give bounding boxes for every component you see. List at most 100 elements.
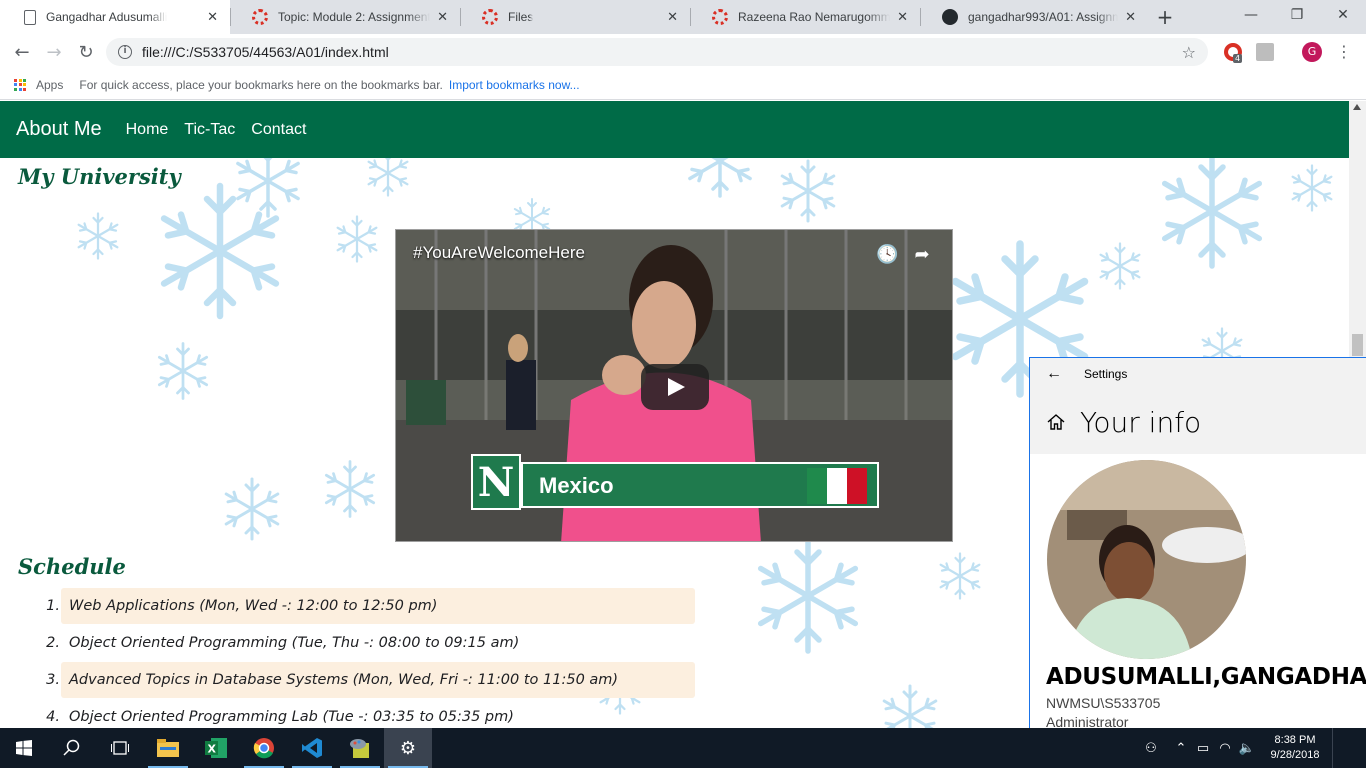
address-bar[interactable]: i file:///C:/S533705/44563/A01/index.htm… bbox=[106, 38, 1208, 66]
bookmarks-hint: For quick access, place your bookmarks h… bbox=[79, 77, 443, 92]
nav-home-link[interactable]: Home bbox=[126, 121, 169, 139]
profile-picture bbox=[1047, 460, 1246, 659]
file-explorer-icon[interactable] bbox=[144, 728, 192, 768]
user-account: NWMSU\S533705 bbox=[1046, 695, 1161, 711]
mexico-flag-icon bbox=[807, 468, 867, 504]
tab-module-2-assignment[interactable]: Topic: Module 2: Assignment A ✕ bbox=[230, 0, 460, 34]
close-icon[interactable]: ✕ bbox=[207, 10, 218, 25]
university-logo: N bbox=[471, 454, 521, 510]
close-icon[interactable]: ✕ bbox=[667, 10, 678, 25]
university-heading: My University bbox=[18, 164, 181, 189]
reload-icon[interactable]: ↻ bbox=[70, 36, 102, 68]
list-item-number: 4. bbox=[46, 708, 60, 725]
settings-window: ← Settings Your info ADUSUMALLI,GANGADHA… bbox=[1029, 357, 1366, 728]
list-item-number: 1. bbox=[46, 597, 60, 614]
scroll-up-icon[interactable] bbox=[1353, 104, 1361, 110]
tab-files[interactable]: Files ✕ bbox=[460, 0, 690, 34]
list-item-text: Web Applications (Mon, Wed -: 12:00 to 1… bbox=[61, 587, 695, 624]
wifi-icon[interactable]: ◠ bbox=[1214, 741, 1236, 756]
list-item: 2. Object Oriented Programming (Tue, Thu… bbox=[36, 624, 696, 661]
menu-icon[interactable]: ⋮ bbox=[1336, 42, 1352, 62]
search-icon[interactable] bbox=[48, 728, 96, 768]
info-icon[interactable]: i bbox=[118, 45, 132, 59]
clock-date: 9/28/2018 bbox=[1270, 749, 1320, 761]
back-arrow-icon[interactable]: ← bbox=[1046, 365, 1062, 383]
excel-icon[interactable]: X bbox=[192, 728, 240, 768]
tab-gangadhar-adusumalli[interactable]: Gangadhar Adusumalli ✕ bbox=[0, 0, 230, 34]
embedded-video-player[interactable]: #YouAreWelcomeHere 🕓 ➦ Mexico N bbox=[395, 229, 953, 542]
list-item: 4. Object Oriented Programming Lab (Tue … bbox=[36, 698, 696, 728]
pdf-extension-icon[interactable] bbox=[1256, 43, 1274, 61]
start-icon[interactable] bbox=[0, 728, 48, 768]
new-tab-button[interactable]: + bbox=[1148, 0, 1182, 34]
close-icon[interactable]: ✕ bbox=[1125, 10, 1136, 25]
loading-icon bbox=[252, 9, 268, 25]
browser-toolbar: ← → ↻ i file:///C:/S533705/44563/A01/ind… bbox=[0, 34, 1366, 70]
url-text[interactable]: file:///C:/S533705/44563/A01/index.html bbox=[142, 44, 389, 60]
taskbar-clock[interactable]: 8:38 PM 9/28/2018 bbox=[1258, 733, 1332, 763]
paint-icon[interactable] bbox=[336, 728, 384, 768]
clock-time: 8:38 PM bbox=[1274, 734, 1316, 746]
bookmark-star-icon[interactable]: ☆ bbox=[1182, 43, 1196, 62]
list-item-text: Object Oriented Programming (Tue, Thu -:… bbox=[69, 634, 520, 651]
nav-contact-link[interactable]: Contact bbox=[251, 121, 306, 139]
video-banner: Mexico N bbox=[471, 454, 879, 510]
scrollbar-thumb[interactable] bbox=[1352, 334, 1363, 356]
list-item-number: 3. bbox=[46, 671, 60, 688]
chrome-icon[interactable] bbox=[240, 728, 288, 768]
close-icon[interactable]: ✕ bbox=[897, 10, 908, 25]
site-brand-link[interactable]: About Me bbox=[16, 118, 102, 141]
list-item-text: Advanced Topics in Database Systems (Mon… bbox=[61, 661, 695, 698]
share-icon[interactable]: ➦ bbox=[912, 245, 932, 265]
home-icon[interactable] bbox=[1046, 412, 1066, 432]
notification-center-button[interactable] bbox=[1332, 728, 1366, 768]
svg-text:X: X bbox=[208, 743, 217, 756]
settings-icon[interactable]: ⚙ bbox=[384, 728, 432, 768]
profile-avatar[interactable]: G bbox=[1302, 42, 1322, 62]
restore-button[interactable]: ❐ bbox=[1274, 0, 1320, 30]
github-icon bbox=[942, 9, 958, 25]
battery-icon[interactable]: ▭ bbox=[1192, 741, 1214, 756]
window-close-button[interactable]: ✕ bbox=[1320, 0, 1366, 30]
task-view-icon[interactable] bbox=[96, 728, 144, 768]
bookmarks-bar: Apps For quick access, place your bookma… bbox=[0, 70, 1366, 100]
settings-titlebar: ← Settings bbox=[1030, 358, 1366, 390]
settings-title: Settings bbox=[1084, 367, 1128, 381]
banner-country-text: Mexico bbox=[539, 473, 614, 498]
play-button[interactable] bbox=[641, 364, 709, 410]
tab-razeena[interactable]: Razeena Rao Nemarugommula ✕ bbox=[690, 0, 920, 34]
volume-icon[interactable]: 🔈 bbox=[1236, 741, 1258, 756]
watch-later-icon[interactable]: 🕓 bbox=[876, 245, 898, 265]
system-tray: ⚇ ⌃ ▭ ◠ 🔈 8:38 PM 9/28/2018 bbox=[1140, 728, 1366, 768]
nav-tic-tac-link[interactable]: Tic-Tac bbox=[184, 121, 235, 139]
people-icon[interactable]: ⚇ bbox=[1140, 741, 1162, 756]
list-item: 3. Advanced Topics in Database Systems (… bbox=[36, 661, 696, 698]
back-arrow-icon[interactable]: ← bbox=[6, 36, 38, 68]
list-item-text: Object Oriented Programming Lab (Tue -: … bbox=[69, 708, 514, 725]
schedule-heading: Schedule bbox=[18, 554, 126, 579]
user-display-name: ADUSUMALLI,GANGADHAR bbox=[1046, 664, 1366, 690]
list-item: 1. Web Applications (Mon, Wed -: 12:00 t… bbox=[36, 587, 696, 624]
windows-taskbar: X ⚙ ⚇ ⌃ ▭ ◠ 🔈 8:38 PM 9/28/2018 bbox=[0, 728, 1366, 768]
tab-title: Topic: Module 2: Assignment A bbox=[278, 10, 430, 24]
schedule-list: 1. Web Applications (Mon, Wed -: 12:00 t… bbox=[36, 587, 696, 728]
apps-grid-icon[interactable] bbox=[14, 78, 26, 91]
document-icon bbox=[24, 9, 36, 25]
close-icon[interactable]: ✕ bbox=[437, 10, 448, 25]
tab-title: Razeena Rao Nemarugommula bbox=[738, 10, 890, 24]
your-info-heading: Your info bbox=[1080, 405, 1202, 439]
chevron-up-icon[interactable]: ⌃ bbox=[1170, 741, 1192, 756]
tab-github-a01[interactable]: gangadhar993/A01: Assignment ✕ bbox=[920, 0, 1148, 34]
tab-title: gangadhar993/A01: Assignment bbox=[968, 10, 1118, 24]
import-bookmarks-link[interactable]: Import bookmarks now... bbox=[449, 78, 580, 92]
apps-link[interactable]: Apps bbox=[36, 78, 63, 92]
vscode-icon[interactable] bbox=[288, 728, 336, 768]
site-navbar: About Me Home Tic-Tac Contact bbox=[0, 101, 1349, 158]
tab-title: Files bbox=[508, 10, 534, 24]
loading-icon bbox=[712, 9, 728, 25]
tab-strip: Gangadhar Adusumalli ✕ Topic: Module 2: … bbox=[0, 0, 1366, 34]
forward-arrow-icon[interactable]: → bbox=[38, 36, 70, 68]
loading-icon bbox=[482, 9, 498, 25]
minimize-button[interactable]: — bbox=[1228, 0, 1274, 30]
video-title: #YouAreWelcomeHere bbox=[413, 243, 585, 262]
